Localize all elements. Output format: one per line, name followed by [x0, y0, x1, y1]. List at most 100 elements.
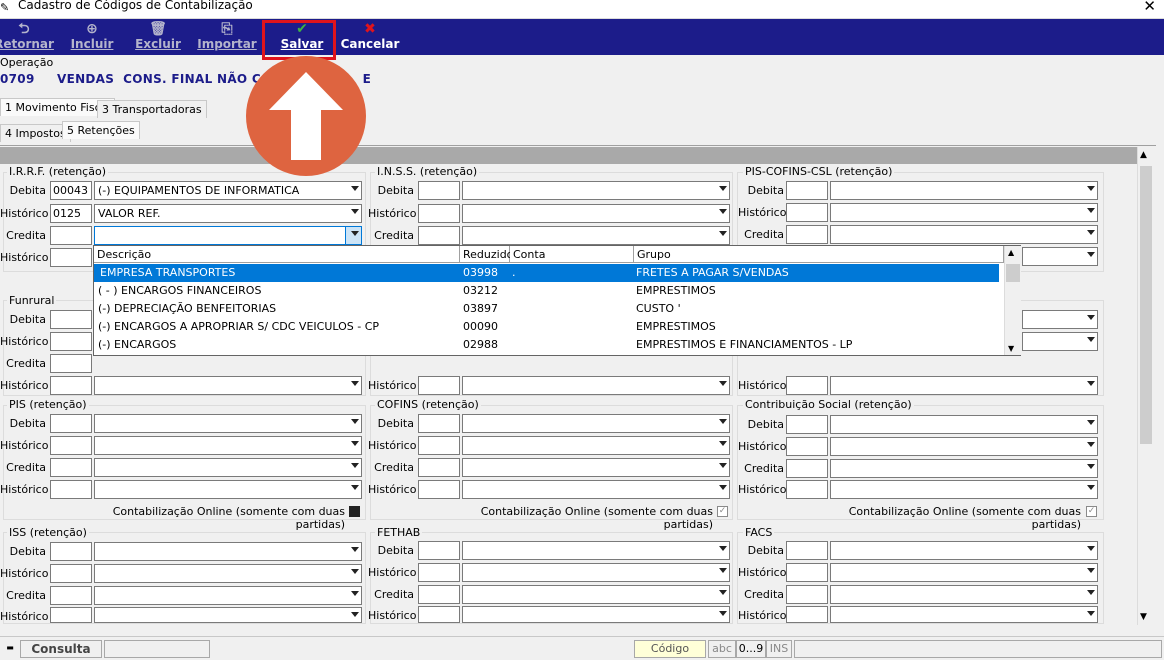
funrural-debita-code[interactable]: [50, 310, 92, 329]
cs-credita-combo[interactable]: [830, 459, 1098, 478]
inss-credita-code[interactable]: [418, 226, 460, 245]
tab-retencoes[interactable]: 5 Retenções: [62, 121, 140, 139]
inss-credita-combo[interactable]: [462, 226, 730, 245]
fethab-debita-combo[interactable]: [462, 541, 730, 560]
row2-right-historico-combo[interactable]: [1022, 332, 1098, 351]
pis-debita-combo[interactable]: [94, 414, 362, 433]
iss-historico2-combo[interactable]: [94, 607, 362, 623]
cofins-historico2-code[interactable]: [418, 480, 460, 499]
inss-debita-combo[interactable]: [462, 181, 730, 200]
close-icon[interactable]: ✕: [1143, 0, 1156, 15]
facs-credita-combo[interactable]: [830, 585, 1098, 604]
irrf-credita-code[interactable]: [50, 226, 92, 245]
fethab-historico-code[interactable]: [418, 563, 460, 582]
row2-right-historico-code[interactable]: [786, 376, 828, 395]
scroll-up-icon[interactable]: ▲: [1140, 150, 1147, 160]
iss-historico-code[interactable]: [50, 564, 92, 583]
dropdown-scroll-thumb[interactable]: [1006, 264, 1020, 282]
pis-historico-code[interactable]: [50, 436, 92, 455]
scroll-up-icon[interactable]: ▲: [1008, 248, 1014, 257]
cofins-credita-combo[interactable]: [462, 458, 730, 477]
list-item[interactable]: EMPRESA TRANSPORTES 03998 . FRETES A PAG…: [94, 264, 999, 282]
inss-debita-code[interactable]: [418, 181, 460, 200]
cancelar-button[interactable]: ✖ Cancelar: [338, 19, 402, 55]
facs-debita-combo[interactable]: [830, 541, 1098, 560]
iss-historico2-code[interactable]: [50, 607, 92, 623]
excluir-button[interactable]: 🗑 Excluir: [126, 19, 190, 55]
irrf-debita-code[interactable]: 00043: [50, 181, 92, 200]
funrural-historico-code[interactable]: [50, 332, 92, 351]
iss-credita-combo[interactable]: [94, 586, 362, 605]
cofins-credita-code[interactable]: [418, 458, 460, 477]
row2-right-historico-combo2[interactable]: [830, 376, 1098, 395]
cs-online-checkbox[interactable]: ✓: [1086, 506, 1097, 517]
facs-historico-code[interactable]: [786, 563, 828, 582]
row2-right-debita-combo[interactable]: [1022, 310, 1098, 329]
list-item[interactable]: ( - ) ENCARGOS FINANCEIROS 03212 EMPREST…: [94, 282, 999, 300]
cs-historico2-combo[interactable]: [830, 480, 1098, 499]
cs-debita-combo[interactable]: [830, 415, 1098, 434]
pcc-historico-combo[interactable]: [830, 203, 1098, 222]
facs-historico-combo[interactable]: [830, 563, 1098, 582]
col-reduzido[interactable]: Reduzido: [460, 246, 513, 263]
iss-debita-code[interactable]: [50, 542, 92, 561]
list-item[interactable]: (-) ENCARGOS A APROPRIAR S/ CDC VEICULOS…: [94, 318, 999, 336]
row2-middle-historico-combo[interactable]: [462, 376, 730, 395]
cofins-online-checkbox[interactable]: ✓: [717, 506, 728, 517]
pis-credita-code[interactable]: [50, 458, 92, 477]
pcc-debita-code[interactable]: [786, 181, 828, 200]
pcc-debita-combo[interactable]: [830, 181, 1098, 200]
cofins-debita-code[interactable]: [418, 414, 460, 433]
incluir-button[interactable]: ⊕ Incluir: [60, 19, 124, 55]
irrf-debita-combo[interactable]: (-) EQUIPAMENTOS DE INFORMATICA: [94, 181, 362, 200]
iss-historico-combo[interactable]: [94, 564, 362, 583]
fethab-historico2-code[interactable]: [418, 606, 460, 623]
pis-online-checkbox[interactable]: [349, 506, 360, 517]
col-grupo[interactable]: Grupo: [634, 246, 1004, 263]
cs-historico-combo[interactable]: [830, 437, 1098, 456]
iss-debita-combo[interactable]: [94, 542, 362, 561]
facs-historico2-combo[interactable]: [830, 606, 1098, 623]
pis-debita-code[interactable]: [50, 414, 92, 433]
inss-historico-code[interactable]: [418, 204, 460, 223]
iss-credita-code[interactable]: [50, 586, 92, 605]
fethab-historico-combo[interactable]: [462, 563, 730, 582]
funrural-credita-code[interactable]: [50, 354, 92, 373]
pis-historico2-combo[interactable]: [94, 480, 362, 499]
scroll-down-icon[interactable]: ▼: [1140, 612, 1147, 622]
pis-historico2-code[interactable]: [50, 480, 92, 499]
dropdown-scrollbar[interactable]: ▲ ▼: [1004, 246, 1021, 355]
fethab-credita-code[interactable]: [418, 585, 460, 604]
pis-historico-combo[interactable]: [94, 436, 362, 455]
list-item[interactable]: (-) ENCARGOS 02988 EMPRESTIMOS E FINANCI…: [94, 336, 999, 354]
facs-credita-code[interactable]: [786, 585, 828, 604]
irrf-historico-combo[interactable]: VALOR REF.: [94, 204, 362, 223]
row2-middle-historico-code[interactable]: [418, 376, 460, 395]
account-dropdown[interactable]: Descrição Reduzido Conta Grupo EMPRESA T…: [93, 245, 1021, 356]
scrollbar-thumb[interactable]: [1140, 166, 1152, 444]
irrf-credita-combo[interactable]: [94, 226, 362, 245]
irrf-historico-code[interactable]: 0125: [50, 204, 92, 223]
irrf-historico2-code[interactable]: [50, 248, 92, 267]
cs-historico2-code[interactable]: [786, 480, 828, 499]
tab-impostos[interactable]: 4 Impostos: [0, 124, 71, 142]
inss-historico-combo[interactable]: [462, 204, 730, 223]
pcc-credita-code[interactable]: [786, 225, 828, 244]
funrural-historico2-code[interactable]: [50, 376, 92, 395]
cofins-historico-combo[interactable]: [462, 436, 730, 455]
list-item[interactable]: (-) DEPRECIAÇÃO BENFEITORIAS 03897 CUSTO…: [94, 300, 999, 318]
facs-debita-code[interactable]: [786, 541, 828, 560]
fethab-debita-code[interactable]: [418, 541, 460, 560]
pcc-historico2-combo[interactable]: [1022, 247, 1098, 266]
funrural-historico2-combo[interactable]: [94, 376, 362, 395]
cofins-historico-code[interactable]: [418, 436, 460, 455]
cofins-debita-combo[interactable]: [462, 414, 730, 433]
pcc-historico-code[interactable]: [786, 203, 828, 222]
pis-credita-combo[interactable]: [94, 458, 362, 477]
col-descricao[interactable]: Descrição: [94, 246, 460, 263]
col-conta[interactable]: Conta: [510, 246, 634, 263]
cs-credita-code[interactable]: [786, 459, 828, 478]
importar-button[interactable]: ⎘ Importar: [195, 19, 259, 55]
fethab-credita-combo[interactable]: [462, 585, 730, 604]
retornar-button[interactable]: ⮌ Retornar: [0, 19, 56, 55]
